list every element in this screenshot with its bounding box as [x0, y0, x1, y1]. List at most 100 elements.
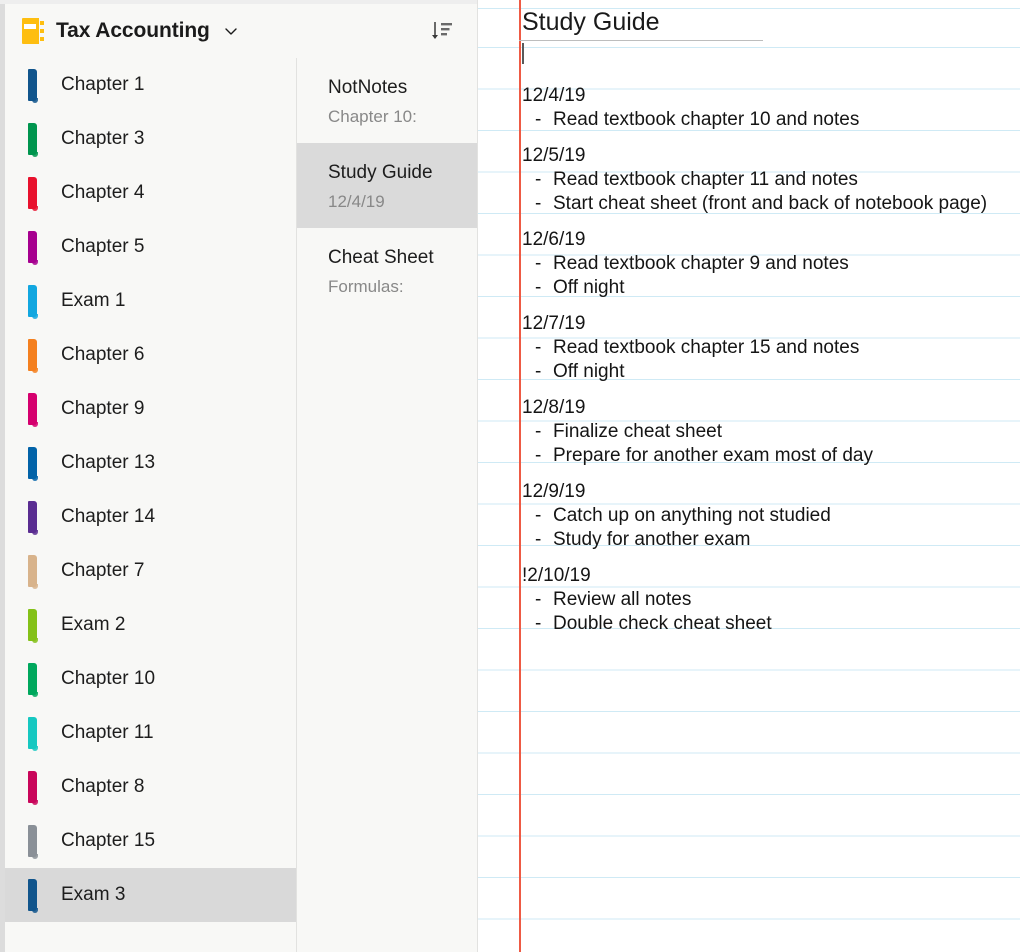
- section-color-tab: [28, 609, 38, 643]
- note-bullet-text: Off night: [553, 277, 625, 298]
- note-bullet-line[interactable]: - Read textbook chapter 11 and notes: [519, 168, 1019, 192]
- note-date[interactable]: 12/5/19: [519, 144, 1019, 168]
- note-bullet-line[interactable]: - Read textbook chapter 15 and notes: [519, 336, 1019, 360]
- page-item-title: NotNotes: [328, 77, 408, 98]
- note-bullet-line[interactable]: - Read textbook chapter 9 and notes: [519, 252, 1019, 276]
- section-item-label: Chapter 15: [61, 830, 156, 851]
- section-item[interactable]: Chapter 1: [5, 58, 297, 112]
- section-item[interactable]: Chapter 14: [5, 490, 297, 544]
- section-color-tab: [28, 879, 38, 913]
- section-item[interactable]: Exam 1: [5, 274, 297, 328]
- section-item[interactable]: Chapter 10: [5, 652, 297, 706]
- section-item[interactable]: Chapter 7: [5, 544, 297, 598]
- section-item[interactable]: Chapter 8: [5, 760, 297, 814]
- section-item-label: Chapter 13: [61, 452, 156, 473]
- note-date[interactable]: 12/4/19: [519, 84, 1019, 108]
- note-bullet-line[interactable]: - Catch up on anything not studied: [519, 504, 1019, 528]
- note-block: 12/8/19- Finalize cheat sheet - Prepare for…: [519, 396, 1019, 468]
- notebook-icon: [22, 18, 44, 44]
- section-item[interactable]: Exam 3: [5, 868, 297, 922]
- section-color-tab: [28, 177, 38, 211]
- note-bullet-text: Catch up on anything not studied: [553, 505, 831, 526]
- section-item-label: Chapter 3: [61, 128, 145, 149]
- section-item-label: Chapter 6: [61, 344, 145, 365]
- note-bullet-text: Start cheat sheet (front and back of not…: [553, 193, 988, 214]
- section-item[interactable]: Chapter 4: [5, 166, 297, 220]
- bullet-marker: -: [535, 529, 542, 550]
- notebook-header: Tax Accounting: [5, 4, 477, 58]
- bullet-marker: -: [535, 337, 542, 358]
- bullet-marker: -: [535, 421, 542, 442]
- page-item[interactable]: Cheat Sheet Formulas:: [297, 228, 477, 313]
- bullet-marker: -: [535, 109, 542, 130]
- bullet-marker: -: [535, 193, 542, 214]
- section-item-label: Exam 3: [61, 884, 126, 905]
- page-item[interactable]: Study Guide 12/4/19: [297, 143, 477, 228]
- note-bullet-line[interactable]: - Study for another exam: [519, 528, 1019, 552]
- section-color-tab: [28, 285, 38, 319]
- note-date[interactable]: 12/6/19: [519, 228, 1019, 252]
- note-bullet-line[interactable]: - Off night: [519, 360, 1019, 384]
- section-item[interactable]: Chapter 15: [5, 814, 297, 868]
- section-item[interactable]: Chapter 3: [5, 112, 297, 166]
- chevron-down-icon[interactable]: [223, 23, 239, 39]
- note-date[interactable]: !2/10/19: [519, 564, 1019, 588]
- note-bullet-line[interactable]: - Double check cheat sheet: [519, 612, 1019, 636]
- note-bullet-text: Read textbook chapter 10 and notes: [553, 109, 860, 130]
- page-item[interactable]: NotNotes Chapter 10:: [297, 58, 477, 143]
- note-block: 12/4/19- Read textbook chapter 10 and not…: [519, 84, 1019, 132]
- note-canvas[interactable]: Study Guide 12/4/19- Read textbook chapte…: [478, 0, 1020, 952]
- note-title[interactable]: Study Guide: [519, 6, 809, 38]
- page-item-title: Cheat Sheet: [328, 247, 434, 268]
- note-bullet-text: Off night: [553, 361, 625, 382]
- note-bullet-text: Review all notes: [553, 589, 692, 610]
- note-date[interactable]: 12/7/19: [519, 312, 1019, 336]
- section-color-tab: [28, 231, 38, 265]
- section-color-tab: [28, 663, 38, 697]
- section-item-label: Chapter 11: [61, 722, 154, 743]
- section-list[interactable]: Chapter 1 Chapter 3 Chapter 4 Chapter 5 Exam…: [5, 58, 297, 952]
- note-block: 12/9/19- Catch up on anything not studied…: [519, 480, 1019, 552]
- section-color-tab: [28, 555, 38, 589]
- note-bullet-text: Read textbook chapter 15 and notes: [553, 337, 860, 358]
- note-bullet-text: Read textbook chapter 11 and notes: [553, 169, 858, 190]
- section-color-tab: [28, 69, 38, 103]
- section-item[interactable]: Chapter 13: [5, 436, 297, 490]
- section-item[interactable]: Chapter 6: [5, 328, 297, 382]
- note-date[interactable]: 12/9/19: [519, 480, 1019, 504]
- section-item[interactable]: Chapter 11: [5, 706, 297, 760]
- note-bullet-line[interactable]: - Start cheat sheet (front and back of no…: [519, 192, 1019, 216]
- bullet-marker: -: [535, 589, 542, 610]
- section-item-label: Exam 2: [61, 614, 126, 635]
- section-item-label: Chapter 1: [61, 74, 145, 95]
- section-item-label: Chapter 9: [61, 398, 145, 419]
- section-item-label: Chapter 10: [61, 668, 156, 689]
- bullet-marker: -: [535, 169, 542, 190]
- bullet-marker: -: [535, 445, 542, 466]
- note-body[interactable]: 12/4/19- Read textbook chapter 10 and not…: [519, 84, 1019, 648]
- note-bullet-line[interactable]: - Review all notes: [519, 588, 1019, 612]
- section-item-label: Chapter 5: [61, 236, 145, 257]
- text-caret: [522, 43, 524, 64]
- section-color-tab: [28, 717, 38, 751]
- bullet-marker: -: [535, 505, 542, 526]
- section-color-tab: [28, 339, 38, 373]
- sort-button[interactable]: [427, 16, 457, 46]
- note-bullet-line[interactable]: - Read textbook chapter 10 and notes: [519, 108, 1019, 132]
- section-item[interactable]: Chapter 9: [5, 382, 297, 436]
- note-title-underline: [519, 40, 763, 41]
- page-list[interactable]: NotNotes Chapter 10: Study Guide 12/4/19 Che…: [297, 58, 477, 952]
- note-bullet-line[interactable]: - Prepare for another exam most of day: [519, 444, 1019, 468]
- note-bullet-line[interactable]: - Off night: [519, 276, 1019, 300]
- note-block: !2/10/19- Review all notes - Double check c…: [519, 564, 1019, 636]
- note-title-area[interactable]: Study Guide: [519, 6, 809, 41]
- section-color-tab: [28, 771, 38, 805]
- section-item[interactable]: Chapter 5: [5, 220, 297, 274]
- note-date[interactable]: 12/8/19: [519, 396, 1019, 420]
- note-block: 12/7/19- Read textbook chapter 15 and not…: [519, 312, 1019, 384]
- note-bullet-line[interactable]: - Finalize cheat sheet: [519, 420, 1019, 444]
- bullet-marker: -: [535, 277, 542, 298]
- section-item[interactable]: Exam 2: [5, 598, 297, 652]
- note-block: 12/6/19- Read textbook chapter 9 and note…: [519, 228, 1019, 300]
- notebook-title[interactable]: Tax Accounting: [56, 19, 210, 43]
